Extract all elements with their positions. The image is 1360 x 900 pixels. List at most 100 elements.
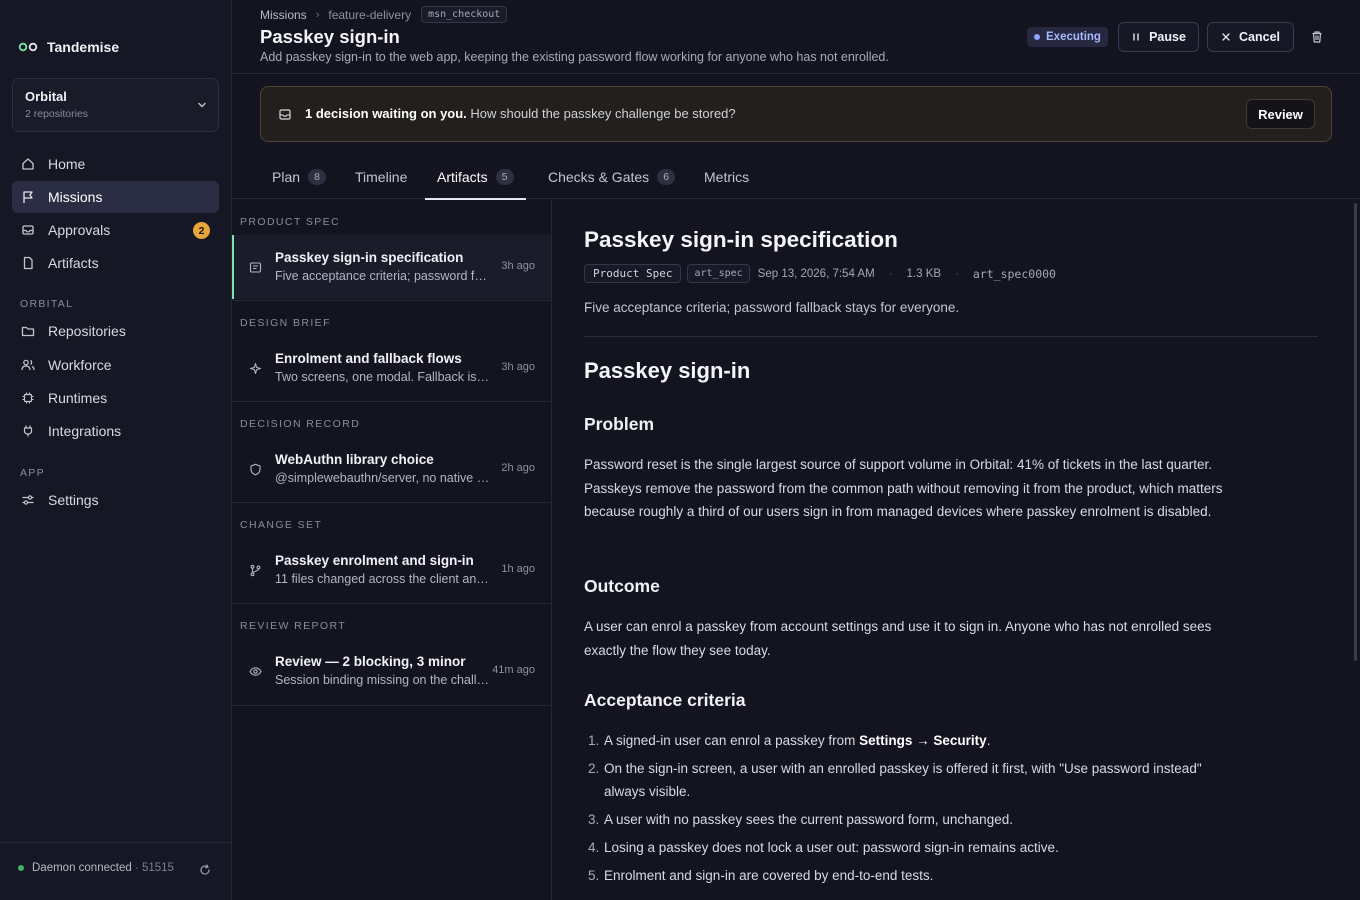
logo-icon (18, 42, 38, 52)
tab-plan[interactable]: Plan 8 (272, 154, 327, 199)
page-title: Passkey sign-in (260, 26, 400, 47)
refresh-icon[interactable] (199, 864, 211, 876)
decision-banner: 1 decision waiting on you. How should th… (260, 86, 1332, 142)
decision-count: 1 decision waiting on you. (305, 106, 467, 121)
tab-checks-gates[interactable]: Checks & Gates 6 (548, 154, 676, 199)
mission-tabs: Plan 8 Timeline Artifacts 5 Checks & Gat… (232, 154, 1360, 200)
tab-label: Timeline (355, 168, 408, 185)
cpu-icon (22, 392, 34, 404)
criterion-text-end: . (986, 733, 991, 748)
review-decision-button[interactable]: Review (1246, 99, 1315, 129)
list-item[interactable]: Review — 2 blocking, 3 minor Session bin… (232, 639, 551, 703)
artifact-time: 2h ago (501, 462, 535, 474)
nav-label-repositories: Repositories (48, 323, 126, 339)
artifact-group: DECISION RECORD WebAuthn library choice … (232, 402, 551, 503)
daemon-port: · 51515 (134, 862, 174, 874)
nav-label-workforce: Workforce (48, 357, 112, 373)
nav-label-runtimes: Runtimes (48, 390, 108, 406)
tab-timeline[interactable]: Timeline (355, 154, 407, 199)
artifact-group-label: PRODUCT SPEC (240, 216, 341, 228)
section-text-problem: Password reset is the single largest sou… (584, 457, 1223, 520)
document-title: Passkey sign-in specification (584, 227, 898, 252)
pause-icon (1133, 33, 1139, 41)
nav-label-artifacts: Artifacts (48, 255, 99, 271)
tab-artifacts[interactable]: Artifacts 5 (425, 154, 526, 200)
nav-item-workforce[interactable]: Workforce (12, 349, 219, 381)
nav-item-integrations[interactable]: Integrations (12, 415, 219, 447)
approvals-count-badge: 2 (193, 222, 210, 239)
main-content: Missions › feature-delivery msn_checkout… (232, 0, 1360, 900)
criterion-emphasis: Settings → Security (859, 733, 987, 748)
artifact-document: Passkey sign-in specification Product Sp… (553, 200, 1360, 900)
brand[interactable]: Tandemise (18, 39, 119, 55)
list-number: 4. (588, 839, 600, 855)
close-icon (1222, 33, 1230, 41)
criterion-text: Enrolment and sign-in are covered by end… (604, 867, 934, 883)
workspace-switcher[interactable]: Orbital 2 repositories (12, 78, 219, 132)
artifact-title: Passkey sign-in specification (275, 250, 464, 265)
document-meta: Product Spec art_spec Sep 13, 2026, 7:54… (584, 264, 1056, 283)
folder-icon (21, 326, 35, 337)
home-icon (22, 158, 34, 170)
list-item: 1. A signed-in user can enrol a passkey f… (584, 729, 1224, 753)
artifact-time: 3h ago (501, 260, 535, 272)
meta-separator: · (955, 267, 959, 280)
list-item: 4. Losing a passkey does not lock a user … (584, 836, 1224, 860)
artifact-title: WebAuthn library choice (275, 452, 434, 467)
list-item[interactable]: Passkey enrolment and sign-in 11 files c… (232, 538, 551, 602)
criterion-text: On the sign-in screen, a user with an en… (604, 760, 1202, 800)
artifact-summary: 11 files changed across the client and s… (275, 572, 490, 586)
artifact-type-chip: Product Spec (584, 264, 682, 283)
artifact-time: 1h ago (501, 563, 535, 575)
status-label: Executing (1046, 31, 1101, 43)
nav-item-approvals[interactable]: Approvals 2 (12, 214, 219, 246)
artifact-kind-chip: art_spec (687, 264, 750, 283)
list-item[interactable]: Passkey sign-in specification Five accep… (232, 235, 551, 299)
tab-label: Metrics (704, 168, 750, 185)
document-heading: Passkey sign-in (584, 358, 751, 383)
artifact-summary: Two screens, one modal. Fallback is alwa… (275, 370, 490, 384)
nav-label-integrations: Integrations (48, 423, 122, 439)
nav-item-repositories[interactable]: Repositories (12, 315, 219, 347)
tab-label: Artifacts (437, 168, 488, 185)
app-name: Tandemise (47, 39, 120, 55)
trash-icon[interactable] (1310, 30, 1324, 44)
list-item[interactable]: Enrolment and fallback flows Two screens… (232, 336, 551, 400)
breadcrumb-missions[interactable]: Missions (260, 8, 307, 22)
artifact-summary: Session binding missing on the challenge… (275, 673, 490, 687)
document-summary: Five acceptance criteria; password fallb… (584, 300, 960, 315)
breadcrumb-parent[interactable]: feature-delivery (328, 8, 411, 22)
artifact-time: 3h ago (501, 361, 535, 373)
artifact-group: REVIEW REPORT Review — 2 blocking, 3 min… (232, 604, 551, 706)
cancel-button[interactable]: Cancel (1207, 22, 1294, 52)
users-icon (21, 359, 35, 371)
nav-label-missions: Missions (48, 189, 103, 205)
list-number: 2. (588, 760, 600, 776)
nav-item-home[interactable]: Home (12, 148, 219, 180)
tab-metrics[interactable]: Metrics (704, 154, 749, 199)
artifact-date: Sep 13, 2026, 7:54 AM (757, 267, 875, 280)
branch-icon (250, 564, 261, 577)
chevron-down-icon (198, 102, 206, 108)
section-heading-problem: Problem (584, 414, 655, 434)
pause-button[interactable]: Pause (1118, 22, 1199, 52)
nav-item-runtimes[interactable]: Runtimes (12, 382, 219, 414)
artifact-list: PRODUCT SPEC Passkey sign-in specificati… (232, 200, 552, 900)
nav-item-settings[interactable]: Settings (12, 484, 219, 516)
eye-icon (249, 667, 262, 676)
nav-item-missions[interactable]: Missions (12, 181, 219, 213)
breadcrumb: Missions › feature-delivery msn_checkout (260, 6, 508, 23)
nav-item-artifacts[interactable]: Artifacts (12, 247, 219, 279)
chevron-right-icon: › (315, 8, 320, 21)
nav-label-home: Home (48, 156, 86, 172)
tab-count: 5 (495, 168, 514, 185)
scrollbar[interactable] (1354, 203, 1357, 661)
nav-label-approvals: Approvals (48, 222, 111, 238)
section-heading-outcome: Outcome (584, 576, 660, 596)
doc-icon (249, 262, 262, 273)
mission-header: Missions › feature-delivery msn_checkout… (232, 0, 1360, 74)
list-item[interactable]: WebAuthn library choice @simplewebauthn/… (232, 437, 551, 501)
list-item: 3. A user with no passkey sees the curren… (584, 808, 1224, 832)
shield-icon (250, 463, 261, 476)
tab-count: 8 (308, 168, 327, 185)
